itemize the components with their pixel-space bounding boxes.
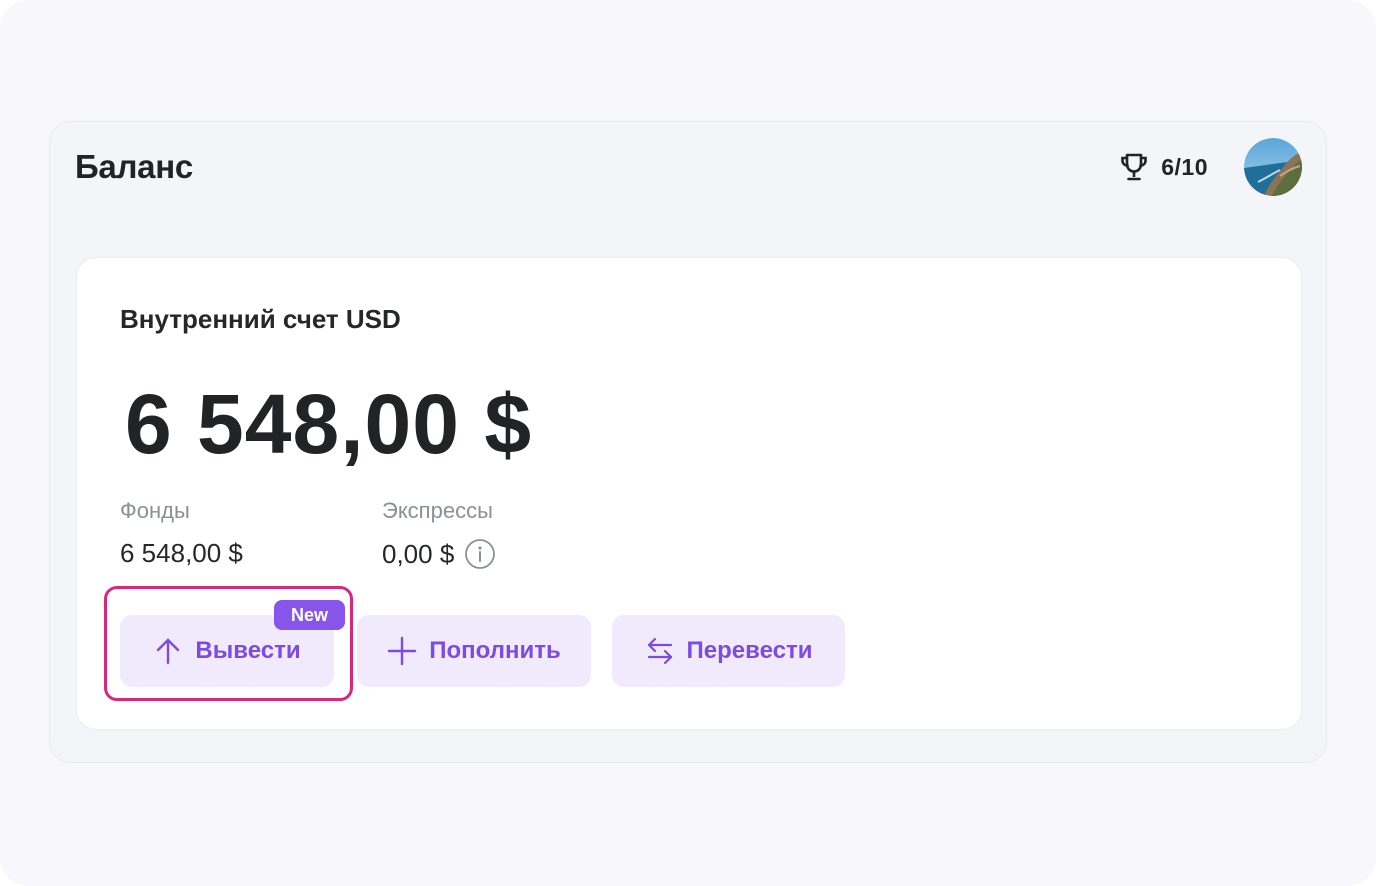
plus-icon bbox=[388, 636, 417, 666]
expresses-label: Экспрессы bbox=[382, 498, 493, 523]
expresses-stat: Экспрессы 0,00 $ bbox=[382, 498, 496, 570]
funds-value: 6 548,00 $ bbox=[120, 538, 243, 568]
transfer-arrows-icon bbox=[647, 637, 672, 665]
account-total: 6 548,00 $ bbox=[125, 377, 533, 471]
expresses-value-row: 0,00 $ bbox=[382, 538, 496, 570]
page-title: Баланс bbox=[75, 148, 193, 185]
transfer-button[interactable]: Перевести bbox=[612, 615, 845, 687]
funds-stat: Фонды 6 548,00 $ bbox=[120, 498, 243, 569]
avatar[interactable] bbox=[1244, 138, 1302, 196]
achievements-count: 6/10 bbox=[1161, 153, 1208, 180]
app-frame: Баланс 6/10 Внутренний счет USD 6 548,00… bbox=[0, 0, 1376, 886]
withdraw-label: Вывести bbox=[195, 637, 301, 664]
funds-label: Фонды bbox=[120, 498, 190, 523]
account-card: Внутренний счет USD 6 548,00 $ Фонды 6 5… bbox=[76, 257, 1302, 730]
deposit-button[interactable]: Пополнить bbox=[357, 615, 591, 687]
info-icon[interactable] bbox=[464, 538, 496, 570]
trophy-icon bbox=[1121, 153, 1148, 181]
achievements-counter[interactable]: 6/10 bbox=[1117, 150, 1208, 184]
balance-panel: Баланс 6/10 Внутренний счет USD 6 548,00… bbox=[49, 121, 1327, 763]
expresses-value: 0,00 $ bbox=[382, 538, 455, 569]
arrow-up-icon bbox=[157, 638, 180, 665]
header-right: 6/10 bbox=[1117, 138, 1302, 196]
deposit-label: Пополнить bbox=[429, 637, 561, 664]
new-badge: New bbox=[274, 600, 345, 630]
funds-value-row: 6 548,00 $ bbox=[120, 538, 243, 569]
account-name: Внутренний счет USD bbox=[120, 304, 401, 334]
transfer-label: Перевести bbox=[686, 637, 813, 664]
